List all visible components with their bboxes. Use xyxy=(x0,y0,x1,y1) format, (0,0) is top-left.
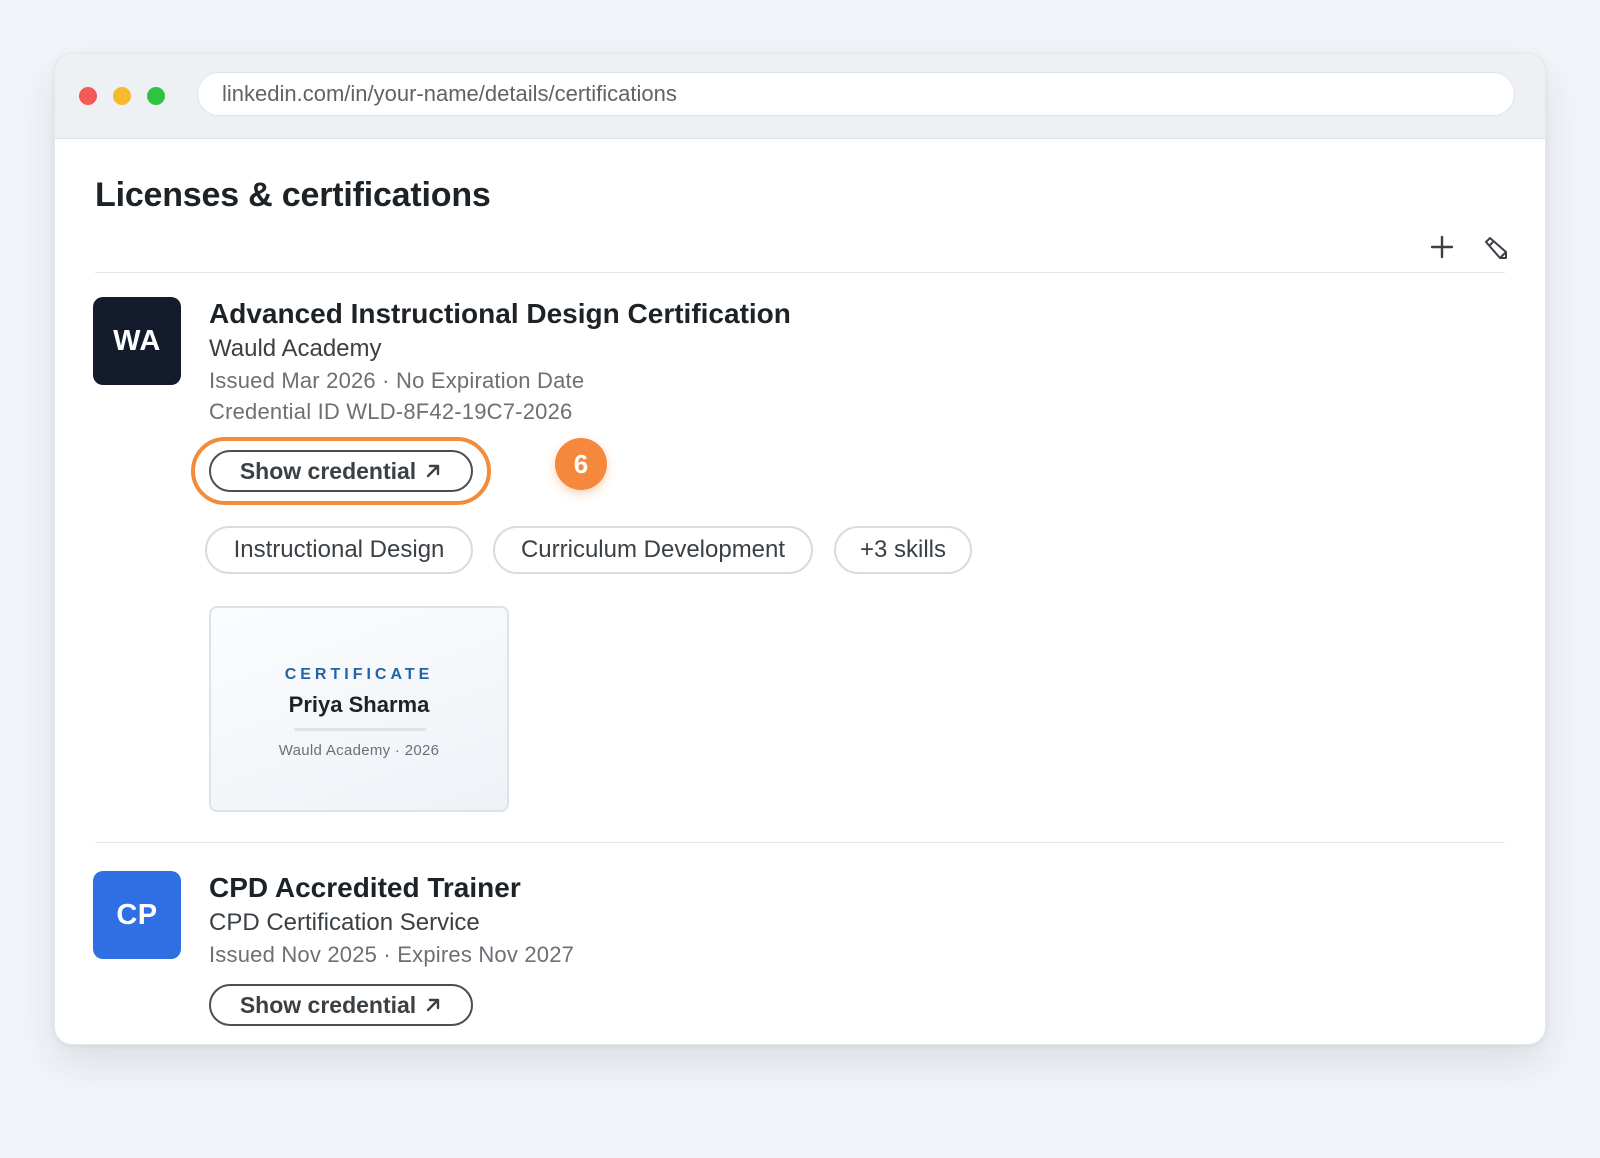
skill-pill[interactable]: Instructional Design xyxy=(205,526,473,574)
close-window-button[interactable] xyxy=(79,87,97,105)
certificate-recipient: Priya Sharma xyxy=(288,692,430,717)
external-link-arrow-icon xyxy=(426,998,440,1012)
certificate-subtitle: Wauld Academy · 2026 xyxy=(278,742,440,759)
certificate-thumbnail[interactable]: CERTIFICATE Priya Sharma Wauld Academy ·… xyxy=(209,606,509,812)
step-badge: 6 xyxy=(555,438,607,490)
section-divider xyxy=(95,272,1505,273)
maximize-window-button[interactable] xyxy=(147,87,165,105)
credential-id: Credential ID WLD-8F42-19C7-2026 xyxy=(209,399,573,424)
show-credential-button[interactable]: Show credential xyxy=(209,450,473,492)
certification-issuer[interactable]: CPD Certification Service xyxy=(209,909,480,937)
show-credential-label: Show credential xyxy=(239,457,417,484)
plus-icon[interactable] xyxy=(1429,234,1455,260)
pencil-icon[interactable] xyxy=(1481,234,1509,262)
show-credential-label: Show credential xyxy=(239,991,417,1018)
certification-title[interactable]: CPD Accredited Trainer xyxy=(209,872,521,904)
minimize-window-button[interactable] xyxy=(113,87,131,105)
skill-pill[interactable]: Curriculum Development xyxy=(493,526,813,574)
more-skills-pill[interactable]: +3 skills xyxy=(834,526,972,574)
browser-titlebar: linkedin.com/in/your-name/details/certif… xyxy=(55,54,1545,139)
section-title: Licenses & certifications xyxy=(95,176,491,214)
certification-dates: Issued Nov 2025 · Expires Nov 2027 xyxy=(209,942,575,967)
issuer-logo: WA xyxy=(93,297,181,385)
certificate-rule xyxy=(294,728,426,731)
browser-window: linkedin.com/in/your-name/details/certif… xyxy=(54,53,1546,1045)
certification-issuer[interactable]: Wauld Academy xyxy=(209,335,382,363)
item-divider xyxy=(95,842,1505,843)
issuer-logo: CP xyxy=(93,871,181,959)
certifications-page: Licenses & certifications WA Advanced In… xyxy=(55,138,1545,1044)
external-link-arrow-icon xyxy=(426,464,440,478)
certification-title[interactable]: Advanced Instructional Design Certificat… xyxy=(209,298,791,330)
show-credential-button[interactable]: Show credential xyxy=(209,984,473,1026)
certificate-label: CERTIFICATE xyxy=(284,666,434,683)
certification-dates: Issued Mar 2026 · No Expiration Date xyxy=(209,368,585,393)
address-bar[interactable]: linkedin.com/in/your-name/details/certif… xyxy=(197,72,1515,116)
